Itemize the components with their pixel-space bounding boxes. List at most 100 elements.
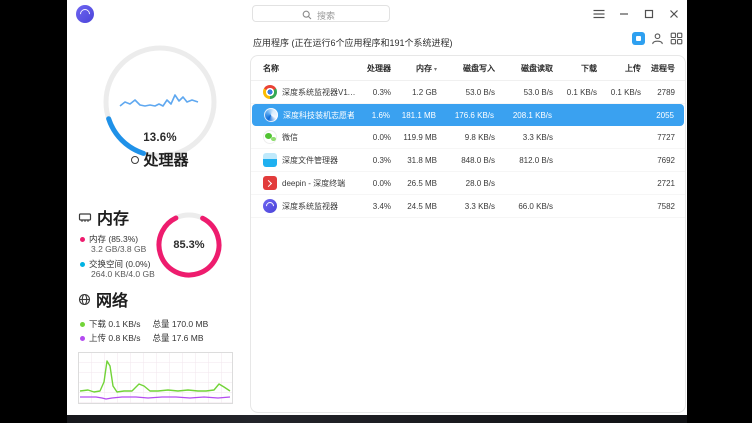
app-icon <box>263 130 277 144</box>
upload-legend-item: 上传 0.8 KB/s 总量 17.6 MB <box>80 332 204 344</box>
download-dot-icon <box>80 322 85 327</box>
column-header-cpu[interactable]: 处理器 <box>355 63 391 74</box>
column-header-download[interactable]: 下载 <box>553 63 597 74</box>
memory-icon <box>78 211 92 224</box>
column-header-disk-write[interactable]: 磁盘写入 <box>437 63 495 74</box>
my-processes-view-icon[interactable] <box>651 32 664 45</box>
pid-value: 2055 <box>640 111 674 120</box>
cpu-value: 0.0% <box>355 133 391 142</box>
download-rate: 下载 0.1 KB/s <box>89 318 141 330</box>
memory-value: 24.5 MB <box>391 202 437 211</box>
process-name: 深度文件管理器 <box>282 155 338 166</box>
memory-ring-percent: 85.3% <box>152 239 226 251</box>
cpu-value: 3.4% <box>355 202 391 211</box>
swap-dot-icon <box>80 262 85 267</box>
disk-write-value: 9.8 KB/s <box>437 133 495 142</box>
minimize-button[interactable] <box>617 7 631 21</box>
app-icon <box>263 176 277 190</box>
disk-read-value: 812.0 B/s <box>495 156 553 165</box>
cpu-label-row: 处理器 <box>95 149 225 170</box>
cpu-value: 0.0% <box>355 179 391 188</box>
disk-read-value: 208.1 KB/s <box>494 111 552 120</box>
process-table: 名称 处理器 内存▾ 磁盘写入 磁盘读取 下载 上传 进程号 深度系统监视器V1… <box>250 55 686 413</box>
upload-total: 总量 17.6 MB <box>153 332 204 344</box>
disk-read-value: 53.0 B/s <box>495 88 553 97</box>
column-header-disk-read[interactable]: 磁盘读取 <box>495 63 553 74</box>
search-input[interactable] <box>253 9 389 24</box>
table-header: 名称 处理器 内存▾ 磁盘写入 磁盘读取 下载 上传 进程号 <box>251 56 685 81</box>
table-body: 深度系统监视器V1.… 0.3% 1.2 GB 53.0 B/s 53.0 B/… <box>251 81 685 218</box>
desktop-strip <box>67 415 687 423</box>
pid-value: 7582 <box>641 202 675 211</box>
maximize-button[interactable] <box>642 7 656 21</box>
window-controls <box>592 0 681 28</box>
memory-title: 内存 <box>97 205 129 229</box>
cpu-label: 处理器 <box>143 149 188 170</box>
app-icon <box>263 153 277 167</box>
memory-section-header[interactable]: 内存 <box>78 205 129 229</box>
column-header-name[interactable]: 名称 <box>263 63 355 74</box>
all-processes-view-icon[interactable] <box>670 32 683 45</box>
disk-write-value: 176.6 KB/s <box>436 111 494 120</box>
network-icon <box>78 293 91 306</box>
memory-value: 1.2 GB <box>391 88 437 97</box>
view-toggles <box>632 32 683 45</box>
table-row[interactable]: 深度科技装机志愿者 1.6% 181.1 MB 176.6 KB/s 208.1… <box>252 104 684 126</box>
process-name: 微信 <box>282 132 298 143</box>
column-header-upload[interactable]: 上传 <box>597 63 641 74</box>
screen: 13.6% 处理器 内存 内存 (85.3%) 3 <box>0 0 752 423</box>
memory-value: 31.8 MB <box>391 156 437 165</box>
download-total: 总量 170.0 MB <box>153 318 209 330</box>
pid-value: 2789 <box>641 88 675 97</box>
network-history-chart <box>78 352 233 404</box>
app-icon <box>264 108 278 122</box>
process-summary: 应用程序 (正在运行6个应用程序和191个系统进程) <box>253 36 453 49</box>
process-name: 深度系统监视器V1.… <box>282 87 355 98</box>
memory-value: 119.9 MB <box>391 133 437 142</box>
upload-value: 0.1 KB/s <box>597 88 641 97</box>
table-row[interactable]: 深度系统监视器 3.4% 24.5 MB 3.3 KB/s 66.0 KB/s … <box>251 195 685 218</box>
disk-write-value: 28.0 B/s <box>437 179 495 188</box>
cpu-usage-percent: 13.6% <box>95 132 225 144</box>
app-icon <box>263 199 277 213</box>
network-title: 网络 <box>96 287 128 311</box>
cpu-value: 0.3% <box>355 88 391 97</box>
close-button[interactable] <box>667 7 681 21</box>
applications-view-icon[interactable] <box>632 32 645 45</box>
process-name: 深度系统监视器 <box>282 201 338 212</box>
download-legend-item: 下载 0.1 KB/s 总量 170.0 MB <box>80 318 208 330</box>
table-row[interactable]: 深度系统监视器V1.… 0.3% 1.2 GB 53.0 B/s 53.0 B/… <box>251 81 685 104</box>
search-icon <box>302 10 312 20</box>
disk-read-value: 3.3 KB/s <box>495 133 553 142</box>
app-icon <box>263 85 277 99</box>
memory-value: 26.5 MB <box>391 179 437 188</box>
swap-legend-detail: 264.0 KB/4.0 GB <box>91 269 155 279</box>
download-value: 0.1 KB/s <box>553 88 597 97</box>
process-name: 深度科技装机志愿者 <box>283 110 354 121</box>
table-row[interactable]: 微信 0.0% 119.9 MB 9.8 KB/s 3.3 KB/s 7727 <box>251 126 685 149</box>
disk-write-value: 53.0 B/s <box>437 88 495 97</box>
cpu-icon <box>131 156 139 164</box>
table-row[interactable]: 深度文件管理器 0.3% 31.8 MB 848.0 B/s 812.0 B/s… <box>251 149 685 172</box>
column-header-pid[interactable]: 进程号 <box>641 63 675 74</box>
search-box[interactable] <box>252 5 390 22</box>
memory-ring-chart: 85.3% <box>152 208 226 282</box>
column-header-memory[interactable]: 内存▾ <box>391 63 437 74</box>
sidebar: 13.6% 处理器 内存 内存 (85.3%) 3 <box>67 0 250 415</box>
pid-value: 7727 <box>641 133 675 142</box>
memory-value: 181.1 MB <box>390 111 436 120</box>
disk-read-value: 66.0 KB/s <box>495 202 553 211</box>
pid-value: 2721 <box>641 179 675 188</box>
pid-value: 7692 <box>641 156 675 165</box>
menu-icon[interactable] <box>592 7 606 21</box>
upload-dot-icon <box>80 336 85 341</box>
system-monitor-window: 13.6% 处理器 内存 内存 (85.3%) 3 <box>67 0 687 415</box>
process-name: deepin - 深度终端 <box>282 178 345 189</box>
upload-rate: 上传 0.8 KB/s <box>89 332 141 344</box>
cpu-widget[interactable]: 13.6% 处理器 <box>95 40 225 172</box>
network-section-header[interactable]: 网络 <box>78 287 128 311</box>
memory-dot-icon <box>80 237 85 242</box>
memory-legend-detail: 3.2 GB/3.8 GB <box>91 244 146 254</box>
table-row[interactable]: deepin - 深度终端 0.0% 26.5 MB 28.0 B/s 2721 <box>251 172 685 195</box>
cpu-value: 1.6% <box>354 111 390 120</box>
